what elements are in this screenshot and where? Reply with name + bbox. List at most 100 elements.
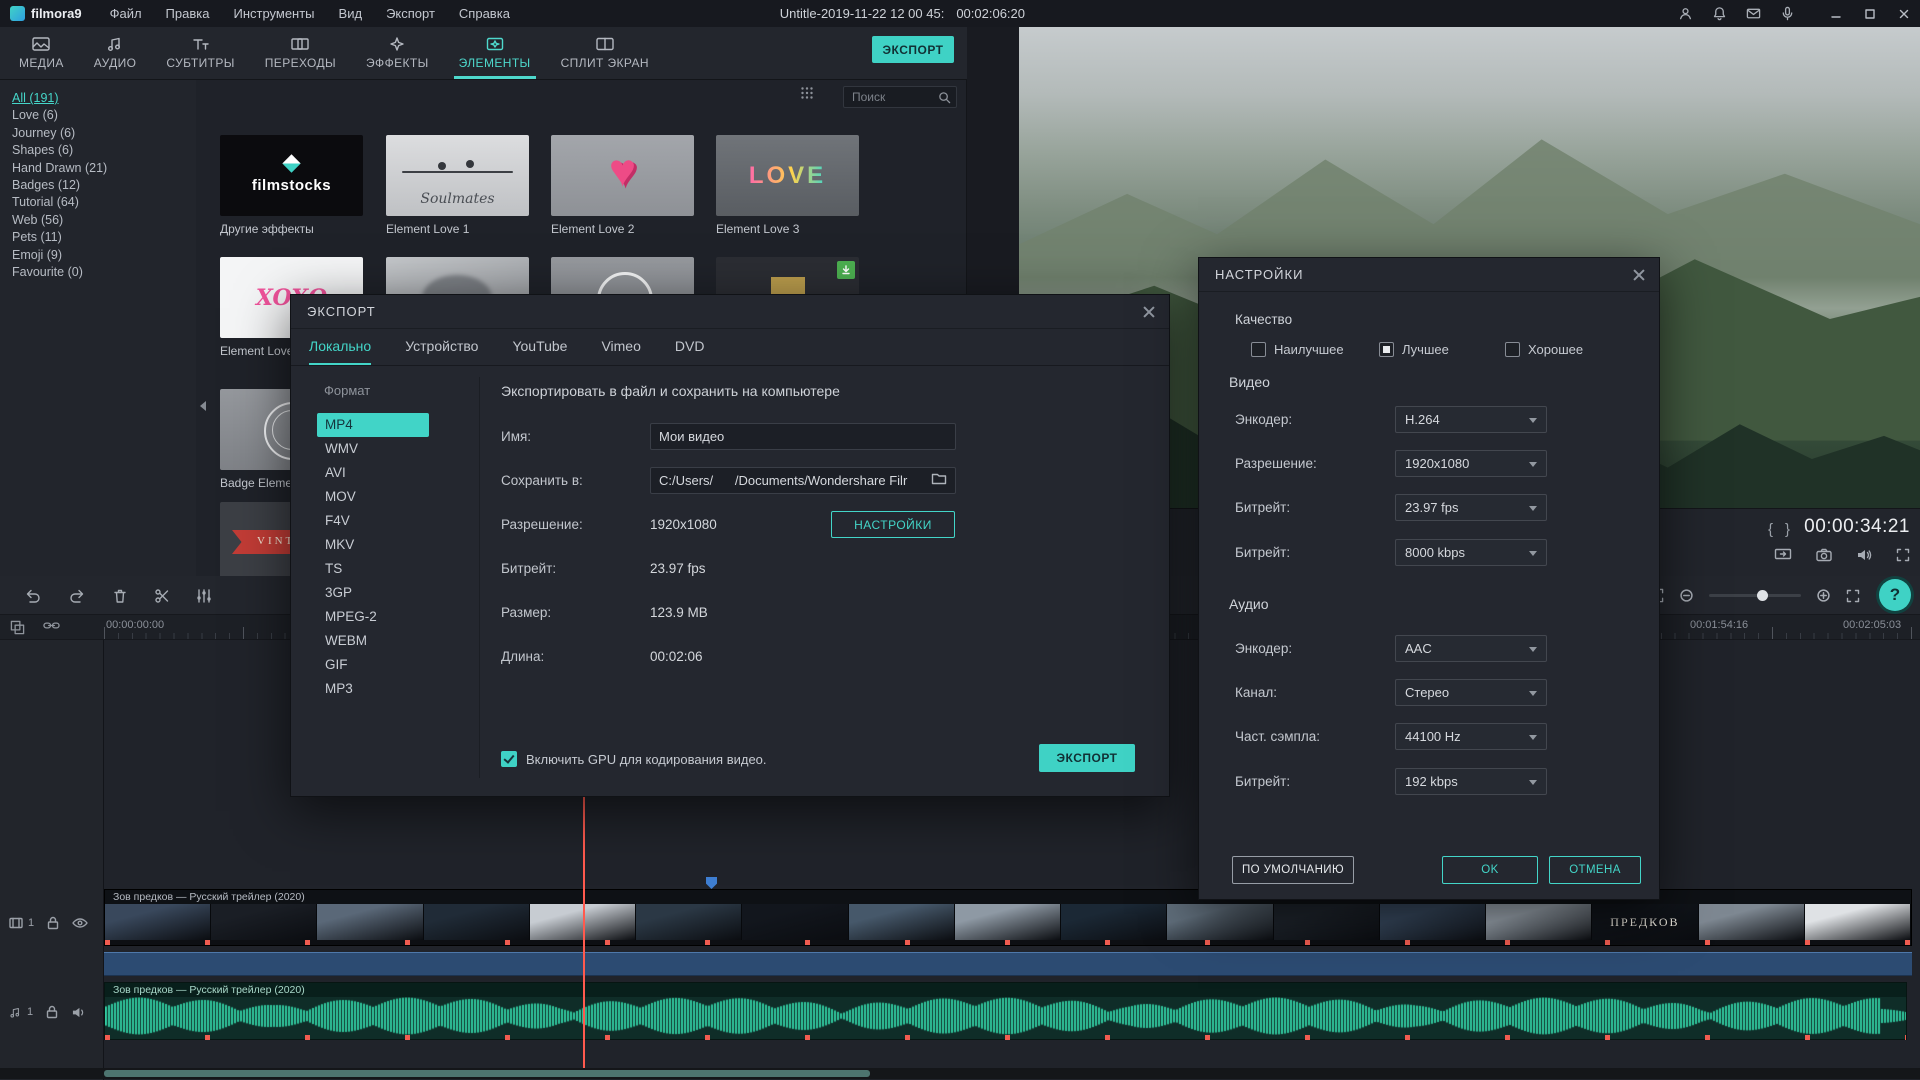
sidebar-category[interactable]: Badges (12) bbox=[12, 177, 196, 194]
tab-youtube[interactable]: YouTube bbox=[512, 329, 567, 365]
menu-item-edit[interactable]: Правка bbox=[166, 6, 210, 21]
format-item-mpeg2[interactable]: MPEG-2 bbox=[317, 605, 429, 629]
mark-out-icon[interactable] bbox=[1785, 521, 1790, 538]
format-item-f4v[interactable]: F4V bbox=[317, 509, 429, 533]
video-resolution-dropdown[interactable]: 1920x1080 bbox=[1395, 450, 1547, 477]
sidebar-category[interactable]: Journey (6) bbox=[12, 125, 196, 142]
audio-samplerate-dropdown[interactable]: 44100 Hz bbox=[1395, 723, 1547, 750]
tab-dvd[interactable]: DVD bbox=[675, 329, 705, 365]
format-item-mkv[interactable]: MKV bbox=[317, 533, 429, 557]
settings-button[interactable]: НАСТРОЙКИ bbox=[831, 511, 955, 538]
audio-clip[interactable]: Зов предков — Русский трейлер (2020) bbox=[104, 982, 1907, 1040]
minimize-icon[interactable] bbox=[1830, 8, 1842, 20]
tab-effects[interactable]: ЭФФЕКТЫ bbox=[351, 27, 444, 79]
selected-clip-bar[interactable] bbox=[104, 952, 1912, 976]
quality-option-better[interactable]: Лучшее bbox=[1379, 342, 1449, 357]
mic-icon[interactable] bbox=[1780, 6, 1795, 21]
format-item-3gp[interactable]: 3GP bbox=[317, 581, 429, 605]
quality-option-best[interactable]: Наилучшее bbox=[1251, 342, 1344, 357]
mark-in-icon[interactable] bbox=[1768, 521, 1773, 538]
close-icon[interactable] bbox=[1141, 304, 1157, 320]
audio-channel-dropdown[interactable]: Стерео bbox=[1395, 679, 1547, 706]
search-icon[interactable] bbox=[938, 91, 951, 104]
display-device-icon[interactable] bbox=[1774, 548, 1792, 562]
default-button[interactable]: ПО УМОЛЧАНИЮ bbox=[1232, 856, 1354, 884]
tab-elements[interactable]: ЭЛЕМЕНТЫ bbox=[444, 27, 546, 79]
format-item-webm[interactable]: WEBM bbox=[317, 629, 429, 653]
tab-split-screen[interactable]: СПЛИТ ЭКРАН bbox=[546, 27, 664, 79]
checkbox[interactable] bbox=[1505, 342, 1520, 357]
split-scissors-icon[interactable] bbox=[154, 588, 170, 604]
format-item-wmv[interactable]: WMV bbox=[317, 437, 429, 461]
element-item[interactable]: Element Love 2 bbox=[551, 135, 694, 236]
help-button[interactable] bbox=[1879, 579, 1911, 611]
mute-speaker-icon[interactable] bbox=[71, 1006, 86, 1019]
sidebar-category[interactable]: Shapes (6) bbox=[12, 142, 196, 159]
adjust-sliders-icon[interactable] bbox=[196, 588, 212, 604]
checkbox[interactable] bbox=[1251, 342, 1266, 357]
download-badge-icon[interactable] bbox=[837, 261, 855, 279]
audio-bitrate-dropdown[interactable]: 192 kbps bbox=[1395, 768, 1547, 795]
sidebar-category[interactable]: Tutorial (64) bbox=[12, 194, 196, 211]
export-confirm-button[interactable]: ЭКСПОРТ bbox=[1039, 744, 1135, 772]
sidebar-category[interactable]: Emoji (9) bbox=[12, 247, 196, 264]
format-item-avi[interactable]: AVI bbox=[317, 461, 429, 485]
video-bitrate-dropdown[interactable]: 8000 kbps bbox=[1395, 539, 1547, 566]
cancel-button[interactable]: ОТМЕНА bbox=[1549, 856, 1641, 884]
audio-encoder-dropdown[interactable]: AAC bbox=[1395, 635, 1547, 662]
timeline-scrollbar-thumb[interactable] bbox=[104, 1070, 870, 1077]
tab-vimeo[interactable]: Vimeo bbox=[601, 329, 640, 365]
mail-icon[interactable] bbox=[1746, 6, 1761, 21]
zoom-slider[interactable] bbox=[1709, 594, 1801, 597]
tab-audio[interactable]: АУДИО bbox=[79, 27, 152, 79]
grid-view-icon[interactable] bbox=[800, 86, 814, 100]
element-item[interactable]: Soulmates Element Love 1 bbox=[386, 135, 529, 236]
format-item-ts[interactable]: TS bbox=[317, 557, 429, 581]
redo-icon[interactable] bbox=[68, 588, 86, 604]
video-framerate-dropdown[interactable]: 23.97 fps bbox=[1395, 494, 1547, 521]
element-item[interactable]: filmstocks Другие эффекты bbox=[220, 135, 363, 236]
zoom-out-icon[interactable] bbox=[1680, 589, 1693, 602]
manage-tracks-icon[interactable] bbox=[10, 620, 25, 635]
snapshot-camera-icon[interactable] bbox=[1816, 548, 1832, 562]
sidebar-category[interactable]: Pets (11) bbox=[12, 229, 196, 246]
ok-button[interactable]: OK bbox=[1442, 856, 1538, 884]
zoom-in-icon[interactable] bbox=[1817, 589, 1830, 602]
collapse-sidebar-handle[interactable] bbox=[197, 388, 209, 424]
close-icon[interactable] bbox=[1631, 267, 1647, 283]
delete-icon[interactable] bbox=[112, 588, 128, 604]
link-clips-icon[interactable] bbox=[43, 620, 60, 635]
sidebar-category[interactable]: Love (6) bbox=[12, 107, 196, 124]
sidebar-category[interactable]: All (191) bbox=[12, 90, 196, 107]
speaker-icon[interactable] bbox=[1856, 548, 1872, 562]
name-field[interactable] bbox=[650, 423, 956, 450]
lock-icon[interactable] bbox=[46, 1005, 58, 1019]
folder-icon[interactable] bbox=[931, 472, 947, 485]
menu-item-help[interactable]: Справка bbox=[459, 6, 510, 21]
menu-item-view[interactable]: Вид bbox=[339, 6, 363, 21]
account-icon[interactable] bbox=[1678, 6, 1693, 21]
export-button-top[interactable]: ЭКСПОРТ bbox=[872, 36, 954, 63]
tab-media[interactable]: МЕДИА bbox=[4, 27, 79, 79]
format-item-gif[interactable]: GIF bbox=[317, 653, 429, 677]
menu-item-export[interactable]: Экспорт bbox=[386, 6, 435, 21]
sidebar-category[interactable]: Favourite (0) bbox=[12, 264, 196, 281]
maximize-icon[interactable] bbox=[1864, 8, 1876, 20]
sidebar-category[interactable]: Hand Drawn (21) bbox=[12, 160, 196, 177]
menu-item-tools[interactable]: Инструменты bbox=[233, 6, 314, 21]
format-item-mp3[interactable]: MP3 bbox=[317, 677, 429, 701]
gpu-checkbox-row[interactable]: Включить GPU для кодирования видео. bbox=[501, 751, 767, 767]
gpu-checkbox[interactable] bbox=[501, 751, 517, 767]
tab-device[interactable]: Устройство bbox=[405, 329, 478, 365]
undo-icon[interactable] bbox=[24, 588, 42, 604]
sidebar-category[interactable]: Web (56) bbox=[12, 212, 196, 229]
clip-marker-flag[interactable] bbox=[706, 877, 717, 889]
menu-item-file[interactable]: Файл bbox=[110, 6, 142, 21]
element-item[interactable]: LOVE Element Love 3 bbox=[716, 135, 859, 236]
format-item-mov[interactable]: MOV bbox=[317, 485, 429, 509]
fullscreen-icon[interactable] bbox=[1896, 548, 1910, 562]
video-encoder-dropdown[interactable]: H.264 bbox=[1395, 406, 1547, 433]
tab-transitions[interactable]: ПЕРЕХОДЫ bbox=[250, 27, 351, 79]
save-path-field[interactable] bbox=[650, 467, 956, 494]
eye-icon[interactable] bbox=[72, 918, 88, 928]
